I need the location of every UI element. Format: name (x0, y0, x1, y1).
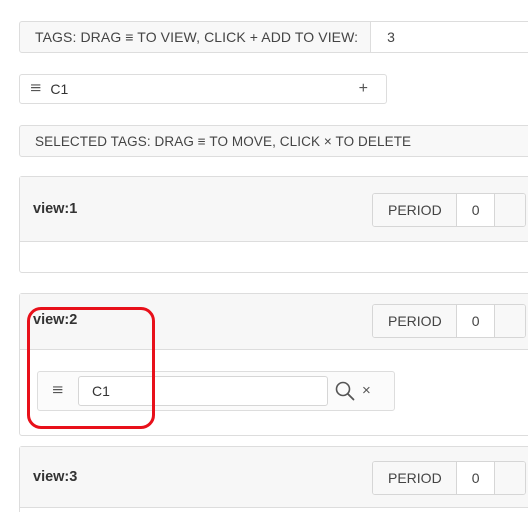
tags-instructions-bar: TAGS: DRAG ≡ TO VIEW, CLICK + ADD TO VIE… (19, 21, 528, 53)
drag-handle-icon[interactable]: ≡ (30, 80, 41, 98)
tags-instructions-label: TAGS: DRAG ≡ TO VIEW, CLICK + ADD TO VIE… (35, 29, 359, 45)
view-panel-header: view:1 PERIOD 0 (20, 177, 528, 242)
period-control: PERIOD 0 (372, 461, 526, 495)
drag-handle-icon[interactable]: ≡ (52, 382, 63, 400)
tag-count-select[interactable]: 3 (371, 22, 528, 52)
tag-name-input[interactable] (78, 376, 328, 406)
view-panel-header: view:2 PERIOD 0 (20, 294, 528, 350)
view-panel-2: view:2 PERIOD 0 ≡ × (19, 293, 528, 436)
view-drop-zone[interactable] (20, 242, 528, 273)
view-panel-3: view:3 PERIOD 0 (19, 446, 528, 512)
period-input[interactable]: 0 (457, 194, 495, 226)
tag-count-value: 3 (387, 29, 396, 45)
view-panel-header: view:3 PERIOD 0 (20, 447, 528, 508)
period-control: PERIOD 0 (372, 193, 526, 227)
selected-tag-row: ≡ × (37, 371, 395, 411)
period-label: PERIOD (373, 462, 457, 494)
close-icon[interactable]: × (362, 381, 371, 401)
period-addon-button[interactable] (494, 194, 525, 226)
period-label: PERIOD (373, 305, 457, 337)
period-input[interactable]: 0 (457, 305, 495, 337)
selected-tags-instructions-label: SELECTED TAGS: DRAG ≡ TO MOVE, CLICK × T… (35, 133, 412, 149)
tag-view-editor: TAGS: DRAG ≡ TO VIEW, CLICK + ADD TO VIE… (0, 0, 528, 512)
view-panel-1: view:1 PERIOD 0 (19, 176, 528, 273)
available-tag-c1[interactable]: ≡ C1 + (19, 74, 387, 104)
view-drop-zone[interactable]: ≡ × (20, 350, 528, 436)
view-title: view:2 (33, 311, 78, 328)
view-title: view:1 (33, 201, 78, 217)
view-title: view:3 (33, 469, 78, 485)
selected-tags-instructions-bar: SELECTED TAGS: DRAG ≡ TO MOVE, CLICK × T… (19, 125, 528, 157)
search-icon[interactable] (334, 379, 356, 403)
period-addon-button[interactable] (494, 305, 525, 337)
add-to-view-button[interactable]: + (359, 80, 368, 98)
available-tag-label: C1 (50, 81, 69, 97)
period-label: PERIOD (373, 194, 457, 226)
period-control: PERIOD 0 (372, 304, 526, 338)
period-input[interactable]: 0 (457, 462, 495, 494)
period-addon-button[interactable] (494, 462, 525, 494)
